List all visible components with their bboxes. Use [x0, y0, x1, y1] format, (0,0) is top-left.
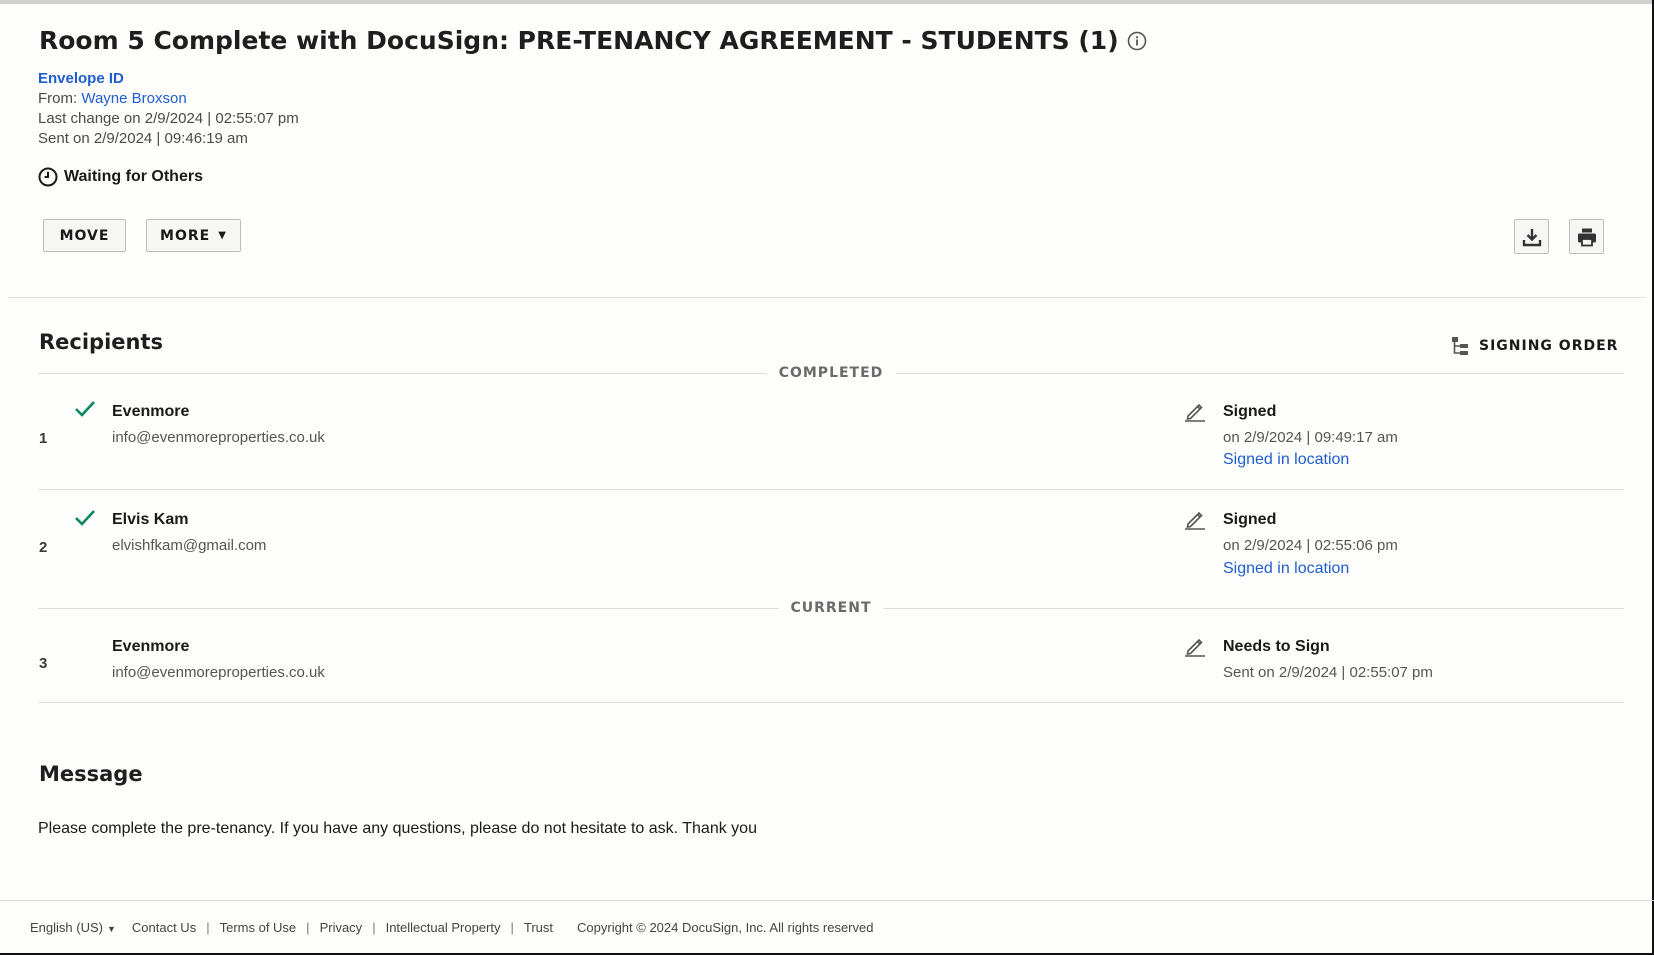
pen-icon — [1185, 638, 1205, 657]
from-label: From: — [38, 90, 78, 107]
more-button[interactable]: MORE ▼ — [146, 219, 241, 252]
recipient-2-name: Elvis Kam — [112, 511, 189, 528]
caret-down-icon: ▼ — [218, 230, 227, 241]
recipient-2-location-link[interactable]: Signed in location — [1223, 560, 1349, 578]
signing-order-label: SIGNING ORDER — [1479, 338, 1619, 354]
status-text: Waiting for Others — [64, 168, 203, 185]
copyright-text: Copyright © 2024 DocuSign, Inc. All righ… — [577, 920, 874, 935]
footer-separator: | — [206, 920, 210, 935]
footer-link-privacy[interactable]: Privacy — [320, 920, 363, 935]
recipient-1-order: 1 — [39, 430, 48, 447]
footer-link-contact[interactable]: Contact Us — [132, 920, 196, 935]
recipient-3-name: Evenmore — [112, 638, 190, 655]
footer-link-ip[interactable]: Intellectual Property — [386, 920, 501, 935]
recipient-2-order: 2 — [39, 539, 48, 556]
signing-order-icon — [1452, 337, 1468, 355]
recipients-heading: Recipients — [39, 330, 164, 354]
move-button[interactable]: MOVE — [43, 219, 126, 252]
printer-icon — [1577, 228, 1596, 246]
envelope-status: Waiting for Others — [38, 167, 203, 187]
recipient-2-date: on 2/9/2024 | 02:55:06 pm — [1223, 537, 1398, 554]
language-selector[interactable]: English (US) ▼ — [30, 920, 116, 935]
from-line: From: Wayne Broxson — [38, 90, 187, 107]
recipient-3-order: 3 — [39, 655, 48, 672]
move-button-label: MOVE — [59, 227, 110, 244]
message-text: Please complete the pre-tenancy. If you … — [38, 820, 757, 837]
sender-link[interactable]: Wayne Broxson — [81, 90, 186, 107]
recipient-divider — [38, 702, 1624, 703]
check-icon — [75, 401, 95, 417]
completed-group-label: COMPLETED — [766, 365, 896, 381]
download-button[interactable] — [1514, 219, 1549, 254]
header-divider — [8, 297, 1646, 298]
recipient-2-email: elvishfkam@gmail.com — [112, 537, 267, 554]
footer-separator: | — [372, 920, 376, 935]
envelope-title: Room 5 Complete with DocuSign: PRE-TENAN… — [39, 26, 1147, 55]
check-icon — [75, 510, 95, 526]
sent-text: Sent on 2/9/2024 | 09:46:19 am — [38, 130, 248, 147]
recipient-1-date: on 2/9/2024 | 09:49:17 am — [1223, 429, 1398, 446]
recipient-1-email: info@evenmoreproperties.co.uk — [112, 429, 325, 446]
download-icon — [1522, 228, 1541, 246]
recipient-1-status: Signed — [1223, 403, 1277, 420]
footer: English (US) ▼ Contact Us | Terms of Use … — [30, 920, 873, 935]
language-label: English (US) — [30, 920, 103, 935]
pen-icon — [1185, 403, 1205, 422]
footer-link-terms[interactable]: Terms of Use — [220, 920, 297, 935]
footer-separator: | — [510, 920, 514, 935]
envelope-title-text: Room 5 Complete with DocuSign: PRE-TENAN… — [39, 26, 1119, 55]
recipient-1-name: Evenmore — [112, 403, 190, 420]
recipient-1-location-link[interactable]: Signed in location — [1223, 451, 1349, 469]
print-button[interactable] — [1569, 219, 1604, 254]
footer-divider — [0, 900, 1654, 901]
recipient-2-status: Signed — [1223, 511, 1277, 528]
pen-icon — [1185, 511, 1205, 530]
signing-order-button[interactable]: SIGNING ORDER — [1451, 336, 1618, 356]
recipient-3-date: Sent on 2/9/2024 | 02:55:07 pm — [1223, 664, 1433, 681]
recipient-3-email: info@evenmoreproperties.co.uk — [112, 664, 325, 681]
caret-down-icon: ▼ — [106, 924, 116, 934]
current-group-label: CURRENT — [778, 600, 884, 616]
recipient-3-status: Needs to Sign — [1223, 638, 1330, 655]
recipient-divider — [38, 489, 1624, 490]
info-icon[interactable] — [1127, 31, 1147, 51]
more-button-label: MORE — [160, 227, 211, 244]
envelope-id-link[interactable]: Envelope ID — [38, 70, 124, 87]
message-heading: Message — [39, 762, 143, 786]
top-border — [0, 0, 1654, 4]
last-change-text: Last change on 2/9/2024 | 02:55:07 pm — [38, 110, 299, 127]
footer-link-trust[interactable]: Trust — [524, 920, 553, 935]
footer-separator: | — [306, 920, 310, 935]
clock-icon — [38, 167, 58, 187]
